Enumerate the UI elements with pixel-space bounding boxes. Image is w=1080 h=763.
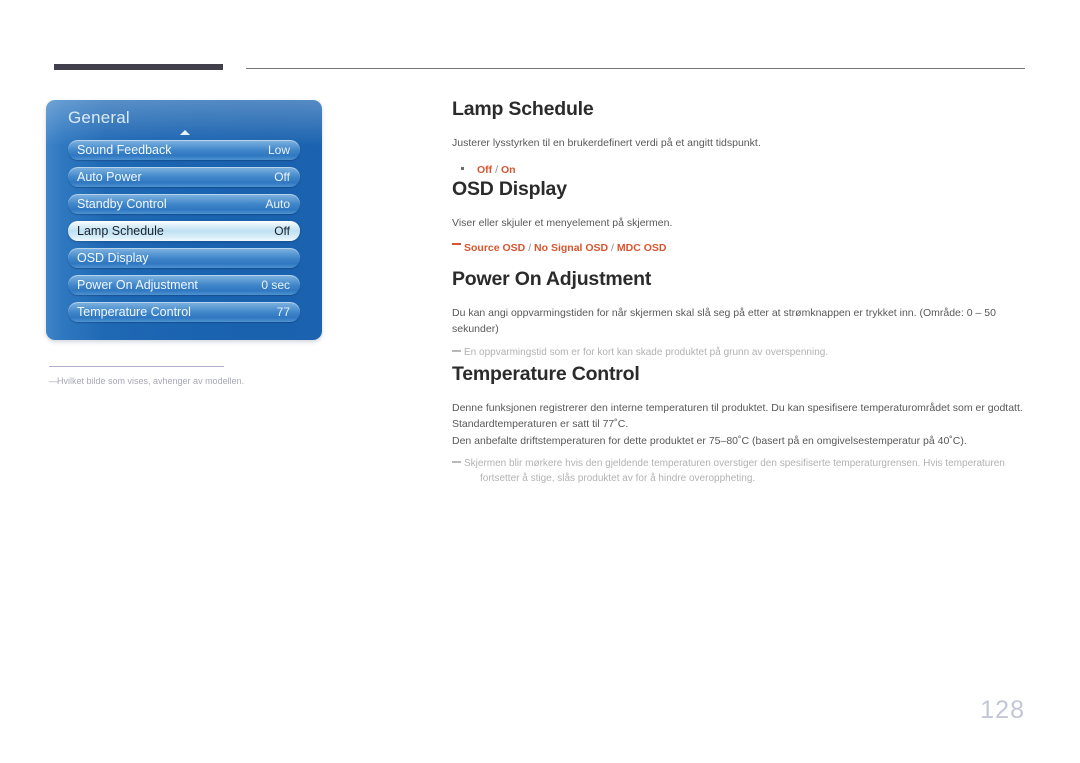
dash-marker-icon xyxy=(452,349,461,352)
osd-menu-item-osd-display[interactable]: OSD Display xyxy=(68,248,300,268)
osd-menu-item-power-on-adjustment[interactable]: Power On Adjustment 0 sec xyxy=(68,275,300,295)
section-description: Viser eller skjuler et menyelement på sk… xyxy=(452,217,673,229)
dash-marker-icon xyxy=(452,460,461,463)
section-temperature-control: Temperature Control Denne funksjonen reg… xyxy=(452,363,1028,486)
note-text: En oppvarmingstid som er for kort kan sk… xyxy=(464,346,829,358)
osd-menu-item-sound-feedback[interactable]: Sound Feedback Low xyxy=(68,140,300,160)
figure-note-divider xyxy=(49,366,224,367)
section-title: Power On Adjustment xyxy=(452,268,652,290)
osd-item-value: 77 xyxy=(276,305,290,319)
section-power-on-adjustment: Power On Adjustment Du kan angi oppvarmi… xyxy=(452,268,1028,360)
section-description-1: Denne funksjonen registrerer den interne… xyxy=(452,402,1023,414)
figure-note: ―Hvilket bilde som vises, avhenger av mo… xyxy=(49,376,349,386)
osd-item-label: Power On Adjustment xyxy=(77,278,198,292)
osd-menu-item-temperature-control[interactable]: Temperature Control 77 xyxy=(68,302,300,322)
osd-menu-panel: General Sound Feedback Low Auto Power Of… xyxy=(46,100,322,340)
page-number: 128 xyxy=(980,696,1025,724)
option-values: Source OSD / No Signal OSD / MDC OSD xyxy=(464,238,667,256)
osd-item-label: OSD Display xyxy=(77,251,149,265)
section-description: Justerer lysstyrken til en brukerdefiner… xyxy=(452,137,761,149)
bullet-icon xyxy=(461,167,464,171)
note-line-1: Skjermen blir mørkere hvis den gjeldende… xyxy=(464,457,1005,469)
osd-item-label: Lamp Schedule xyxy=(77,224,164,238)
option-on: On xyxy=(500,164,516,177)
osd-menu-item-auto-power[interactable]: Auto Power Off xyxy=(68,167,300,187)
option-separator: / xyxy=(525,242,535,255)
osd-item-value: 0 sec xyxy=(261,278,290,292)
section-title: Lamp Schedule xyxy=(452,98,594,120)
osd-menu-list: Sound Feedback Low Auto Power Off Standb… xyxy=(68,140,300,329)
osd-item-value: Off xyxy=(274,224,290,238)
note-text-wrapper: Skjermen blir mørkere hvis den gjeldende… xyxy=(464,456,1005,486)
option-source-osd: Source OSD xyxy=(464,242,526,255)
option-list: Source OSD / No Signal OSD / MDC OSD xyxy=(452,238,1028,256)
option-list: Off / On xyxy=(461,160,1028,178)
osd-item-label: Auto Power xyxy=(77,170,142,184)
section-note: En oppvarmingstid som er for kort kan sk… xyxy=(452,345,1028,360)
figure-note-text: Hvilket bilde som vises, avhenger av mod… xyxy=(57,376,245,386)
osd-panel-title: General xyxy=(68,108,130,127)
section-description: Du kan angi oppvarmingstiden for når skj… xyxy=(452,307,996,336)
section-osd-display: OSD Display Viser eller skjuler et menye… xyxy=(452,178,1028,256)
osd-menu-item-standby-control[interactable]: Standby Control Auto xyxy=(68,194,300,214)
osd-item-label: Temperature Control xyxy=(77,305,191,319)
triangle-up-icon[interactable] xyxy=(180,130,190,135)
section-description-2: Standardtemperaturen er satt til 77˚C. xyxy=(452,418,629,431)
section-title: Temperature Control xyxy=(452,363,640,385)
option-off: Off xyxy=(477,164,493,177)
osd-item-value: Off xyxy=(274,170,290,184)
note-dash: ― xyxy=(49,376,58,386)
section-title: OSD Display xyxy=(452,178,567,200)
section-lamp-schedule: Lamp Schedule Justerer lysstyrken til en… xyxy=(452,98,1028,178)
osd-menu-item-lamp-schedule[interactable]: Lamp Schedule Off xyxy=(68,221,300,241)
option-values: Off / On xyxy=(477,160,516,178)
dash-marker-icon xyxy=(452,243,461,246)
section-description-3: Den anbefalte driftstemperaturen for det… xyxy=(452,434,967,447)
section-note: Skjermen blir mørkere hvis den gjeldende… xyxy=(452,456,1028,486)
note-line-2: fortsetter å stige, slås produktet av fo… xyxy=(480,472,756,484)
option-separator: / xyxy=(492,164,501,177)
osd-item-label: Standby Control xyxy=(77,197,167,211)
header-rule-thick xyxy=(54,64,223,70)
osd-item-value: Low xyxy=(267,143,290,157)
option-separator: / xyxy=(608,242,617,255)
osd-item-label: Sound Feedback xyxy=(77,143,172,157)
option-mdc-osd: MDC OSD xyxy=(616,242,667,255)
header-rule-thin xyxy=(246,68,1025,69)
option-no-signal-osd: No Signal OSD xyxy=(534,242,609,255)
osd-item-value: Auto xyxy=(265,197,290,211)
